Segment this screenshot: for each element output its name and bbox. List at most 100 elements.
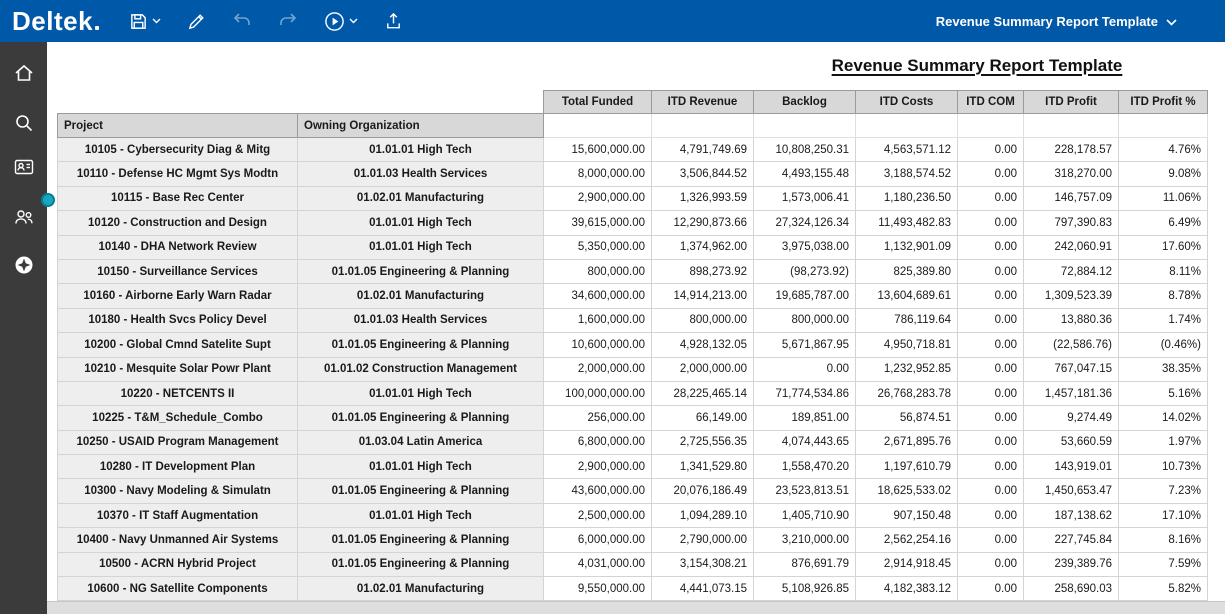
- total-funded-cell: 10,600,000.00: [544, 333, 652, 357]
- itd-costs-cell: 1,132,901.09: [856, 235, 958, 259]
- itd-profit-cell: 9,274.49: [1024, 406, 1119, 430]
- report-selector-label: Revenue Summary Report Template: [936, 14, 1158, 29]
- total-funded-cell: 39,615,000.00: [544, 211, 652, 235]
- backlog-cell: 5,108,926.85: [754, 577, 856, 601]
- run-icon: [324, 11, 345, 32]
- table-row[interactable]: 10210 - Mesquite Solar Powr Plant01.01.0…: [58, 357, 1208, 381]
- owning-organization-cell: 01.02.01 Manufacturing: [298, 577, 544, 601]
- itd-profit-cell: 143,919.01: [1024, 455, 1119, 479]
- itd-profit-pct-cell: 17.60%: [1119, 235, 1208, 259]
- itd-revenue-cell: 1,326,993.59: [652, 186, 754, 210]
- sidebar-item-search[interactable]: [0, 106, 47, 144]
- itd-revenue-cell: 20,076,186.49: [652, 479, 754, 503]
- itd-com-cell: 0.00: [958, 381, 1024, 405]
- backlog-cell: (98,273.92): [754, 259, 856, 283]
- backlog-cell: 189,851.00: [754, 406, 856, 430]
- sidebar-item-employee[interactable]: [0, 150, 47, 188]
- table-row[interactable]: 10300 - Navy Modeling & Simulatn01.01.05…: [58, 479, 1208, 503]
- table-row[interactable]: 10600 - NG Satellite Components01.02.01 …: [58, 577, 1208, 601]
- itd-profit-cell: 242,060.91: [1024, 235, 1119, 259]
- project-cell: 10180 - Health Svcs Policy Devel: [58, 308, 298, 332]
- itd-revenue-cell: 2,000,000.00: [652, 357, 754, 381]
- table-row[interactable]: 10370 - IT Staff Augmentation01.01.01 Hi…: [58, 503, 1208, 527]
- itd-com-cell: 0.00: [958, 162, 1024, 186]
- header-blank-cell: [1024, 114, 1119, 138]
- run-report-button[interactable]: [324, 6, 358, 36]
- export-icon: [384, 12, 403, 31]
- column-header-itd-costs: ITD Costs: [856, 91, 958, 114]
- itd-profit-pct-cell: 1.74%: [1119, 308, 1208, 332]
- horizontal-scrollbar[interactable]: [47, 601, 1225, 614]
- table-row[interactable]: 10280 - IT Development Plan01.01.01 High…: [58, 455, 1208, 479]
- total-funded-cell: 5,350,000.00: [544, 235, 652, 259]
- table-row[interactable]: 10110 - Defense HC Mgmt Sys Modtn01.01.0…: [58, 162, 1208, 186]
- total-funded-cell: 9,550,000.00: [544, 577, 652, 601]
- save-button[interactable]: [129, 6, 161, 36]
- itd-revenue-cell: 1,341,529.80: [652, 455, 754, 479]
- header-blank-cell: [544, 114, 652, 138]
- table-row[interactable]: 10140 - DHA Network Review01.01.01 High …: [58, 235, 1208, 259]
- table-row[interactable]: 10160 - Airborne Early Warn Radar01.02.0…: [58, 284, 1208, 308]
- contact-card-icon: [13, 156, 35, 183]
- sidebar-item-home[interactable]: [0, 56, 47, 94]
- itd-costs-cell: 786,119.64: [856, 308, 958, 332]
- edit-button[interactable]: [187, 6, 206, 36]
- sidebar-item-people[interactable]: [0, 200, 47, 238]
- redo-button[interactable]: [278, 6, 298, 36]
- itd-costs-cell: 18,625,533.02: [856, 479, 958, 503]
- project-cell: 10225 - T&M_Schedule_Combo: [58, 406, 298, 430]
- itd-com-cell: 0.00: [958, 259, 1024, 283]
- itd-profit-cell: 258,690.03: [1024, 577, 1119, 601]
- table-row[interactable]: 10115 - Base Rec Center01.02.01 Manufact…: [58, 186, 1208, 210]
- itd-com-cell: 0.00: [958, 479, 1024, 503]
- backlog-cell: 800,000.00: [754, 308, 856, 332]
- itd-costs-cell: 4,182,383.12: [856, 577, 958, 601]
- header-blank-cell: [856, 114, 958, 138]
- owning-organization-cell: 01.01.05 Engineering & Planning: [298, 333, 544, 357]
- sidebar-item-navigator[interactable]: [0, 248, 47, 286]
- table-row[interactable]: 10180 - Health Svcs Policy Devel01.01.03…: [58, 308, 1208, 332]
- table-row[interactable]: 10105 - Cybersecurity Diag & Mitg01.01.0…: [58, 138, 1208, 162]
- owning-organization-cell: 01.01.01 High Tech: [298, 211, 544, 235]
- owning-organization-cell: 01.01.05 Engineering & Planning: [298, 552, 544, 576]
- itd-com-cell: 0.00: [958, 552, 1024, 576]
- table-row[interactable]: 10120 - Construction and Design01.01.01 …: [58, 211, 1208, 235]
- table-row[interactable]: 10150 - Surveillance Services01.01.05 En…: [58, 259, 1208, 283]
- table-row[interactable]: 10200 - Global Cmnd Satelite Supt01.01.0…: [58, 333, 1208, 357]
- total-funded-cell: 1,600,000.00: [544, 308, 652, 332]
- itd-profit-cell: 228,178.57: [1024, 138, 1119, 162]
- column-header-total-funded: Total Funded: [544, 91, 652, 114]
- total-funded-cell: 8,000,000.00: [544, 162, 652, 186]
- report-title: Revenue Summary Report Template: [767, 56, 1187, 76]
- backlog-cell: 1,558,470.20: [754, 455, 856, 479]
- backlog-cell: 1,405,710.90: [754, 503, 856, 527]
- total-funded-cell: 800,000.00: [544, 259, 652, 283]
- export-button[interactable]: [384, 6, 403, 36]
- table-row[interactable]: 10400 - Navy Unmanned Air Systems01.01.0…: [58, 528, 1208, 552]
- table-row[interactable]: 10250 - USAID Program Management01.03.04…: [58, 430, 1208, 454]
- table-row[interactable]: 10220 - NETCENTS II01.01.01 High Tech100…: [58, 381, 1208, 405]
- total-funded-cell: 15,600,000.00: [544, 138, 652, 162]
- teal-pin-marker[interactable]: [41, 193, 55, 207]
- owning-organization-cell: 01.01.01 High Tech: [298, 235, 544, 259]
- itd-profit-pct-cell: 17.10%: [1119, 503, 1208, 527]
- project-cell: 10250 - USAID Program Management: [58, 430, 298, 454]
- table-row[interactable]: 10225 - T&M_Schedule_Combo01.01.05 Engin…: [58, 406, 1208, 430]
- project-cell: 10120 - Construction and Design: [58, 211, 298, 235]
- itd-profit-pct-cell: 8.16%: [1119, 528, 1208, 552]
- save-icon: [129, 12, 148, 31]
- deltek-logo: Deltek: [0, 6, 99, 37]
- run-dropdown-chevron: [349, 18, 358, 24]
- itd-profit-cell: 53,660.59: [1024, 430, 1119, 454]
- itd-costs-cell: 2,562,254.16: [856, 528, 958, 552]
- itd-profit-cell: 13,880.36: [1024, 308, 1119, 332]
- itd-com-cell: 0.00: [958, 406, 1024, 430]
- itd-costs-cell: 1,197,610.79: [856, 455, 958, 479]
- itd-costs-cell: 4,950,718.81: [856, 333, 958, 357]
- table-row[interactable]: 10500 - ACRN Hybrid Project01.01.05 Engi…: [58, 552, 1208, 576]
- itd-revenue-cell: 898,273.92: [652, 259, 754, 283]
- column-header-itd-profit: ITD Profit: [1024, 91, 1119, 114]
- undo-button[interactable]: [232, 6, 252, 36]
- undo-icon: [232, 12, 252, 30]
- report-template-selector[interactable]: Revenue Summary Report Template: [936, 14, 1177, 29]
